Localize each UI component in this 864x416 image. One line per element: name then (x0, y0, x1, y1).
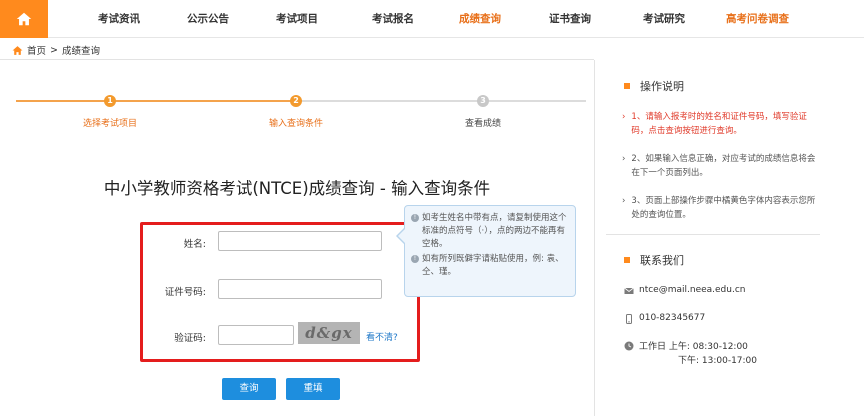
name-label: 姓名: (183, 239, 206, 250)
reset-button[interactable]: 重填 (286, 378, 340, 400)
bullet-square-icon (624, 83, 630, 89)
captcha-image[interactable]: d&gx (298, 322, 360, 344)
contact-email-text[interactable]: ntce@mail.neea.edu.cn (639, 285, 745, 295)
instructions-heading: 操作说明 (624, 78, 684, 94)
captcha-refresh-link[interactable]: 看不清? (366, 330, 398, 343)
right-panel-divider (594, 60, 595, 416)
step-3-label: 查看成绩 (464, 119, 502, 129)
input-tooltip: ! 如考生姓名中带有点，请复制使用这个标准的点符号（·），点的两边不能再有空格。… (404, 205, 576, 297)
instruction-item: › 1、请输入报考时的姓名和证件号码，填写验证码，点击查询按钮进行查询。 (622, 110, 822, 138)
breadcrumb-divider (0, 59, 594, 60)
captcha-input[interactable] (218, 325, 294, 345)
tooltip-arrow-inner (398, 229, 405, 243)
top-navigation: 考试资讯 公示公告 考试项目 考试报名 成绩查询 证书查询 考试研究 高考问卷调… (0, 0, 864, 38)
nav-item-certificate-query[interactable]: 证书查询 (549, 0, 591, 38)
hours-block: 工作日 上午: 08:30-12:00 下午: 13:00-17:00 (639, 340, 757, 368)
step-1-label: 选择考试项目 (82, 119, 138, 129)
name-input[interactable] (218, 231, 382, 251)
contact-hours: 工作日 上午: 08:30-12:00 下午: 13:00-17:00 (624, 340, 757, 368)
instructions-title: 操作说明 (640, 80, 684, 93)
nav-item-exam-research[interactable]: 考试研究 (643, 0, 685, 38)
step-progress-todo (296, 100, 586, 102)
instruction-item: › 3、页面上部操作步骤中橘黄色字体内容表示您所处的查询位置。 (622, 194, 822, 222)
contact-phone-text: 010-82345677 (639, 313, 706, 323)
tooltip-line-1: 如考生姓名中带有点，请复制使用这个标准的点符号（·），点的两边不能再有空格。 (422, 213, 567, 249)
step-3-dot: 3 (477, 95, 489, 107)
hours-label: 工作日 (639, 342, 667, 352)
id-number-input[interactable] (218, 279, 382, 299)
step-1-dot: 1 (104, 95, 116, 107)
info-icon: ! (411, 255, 419, 263)
instruction-item: › 2、如果输入信息正确，对应考试的成绩信息将会在下一个页面列出。 (622, 152, 822, 180)
contact-email: ntce@mail.neea.edu.cn (624, 285, 745, 296)
arrow-right-icon: › (622, 154, 626, 164)
bullet-square-icon (624, 257, 630, 263)
step-2-dot: 2 (290, 95, 302, 107)
instruction-text: 3、页面上部操作步骤中橘黄色字体内容表示您所处的查询位置。 (631, 196, 816, 220)
clock-icon (624, 341, 634, 351)
id-number-label: 证件号码: (164, 287, 206, 298)
contact-title: 联系我们 (640, 254, 684, 267)
home-icon (16, 12, 32, 26)
nav-item-announcements[interactable]: 公示公告 (187, 0, 229, 38)
phone-icon (626, 314, 632, 324)
captcha-label: 验证码: (174, 333, 206, 344)
home-icon (12, 45, 23, 55)
home-button[interactable] (0, 0, 48, 38)
nav-item-registration[interactable]: 考试报名 (372, 0, 414, 38)
breadcrumb-separator: > (50, 44, 58, 56)
step-progress-done (16, 100, 296, 102)
nav-item-exam-projects[interactable]: 考试项目 (276, 0, 318, 38)
nav-item-score-query[interactable]: 成绩查询 (459, 0, 501, 38)
step-2-label: 输入查询条件 (268, 119, 324, 129)
breadcrumb-home-link[interactable]: 首页 (27, 43, 46, 57)
section-divider (606, 234, 820, 235)
tooltip-line-2: 如有所列既僻字请粘贴使用，例: 袁、仝、瑾。 (422, 254, 564, 277)
query-button[interactable]: 查询 (222, 378, 276, 400)
nav-item-exam-news[interactable]: 考试资讯 (98, 0, 140, 38)
mail-icon (624, 287, 634, 294)
arrow-right-icon: › (622, 112, 626, 122)
hours-pm: 下午: 13:00-17:00 (678, 356, 758, 366)
nav-item-survey[interactable]: 高考问卷调查 (726, 0, 789, 38)
info-icon: ! (411, 214, 419, 222)
instruction-text: 1、请输入报考时的姓名和证件号码，填写验证码，点击查询按钮进行查询。 (631, 112, 807, 136)
page-title: 中小学教师资格考试(NTCE)成绩查询 - 输入查询条件 (103, 179, 491, 198)
breadcrumb: 首页 > 成绩查询 (12, 43, 100, 57)
hours-am: 上午: 08:30-12:00 (668, 342, 748, 352)
breadcrumb-current: 成绩查询 (61, 46, 100, 57)
instruction-text: 2、如果输入信息正确，对应考试的成绩信息将会在下一个页面列出。 (631, 154, 816, 178)
arrow-right-icon: › (622, 196, 626, 206)
contact-phone: 010-82345677 (624, 313, 705, 324)
contact-heading: 联系我们 (624, 252, 684, 268)
